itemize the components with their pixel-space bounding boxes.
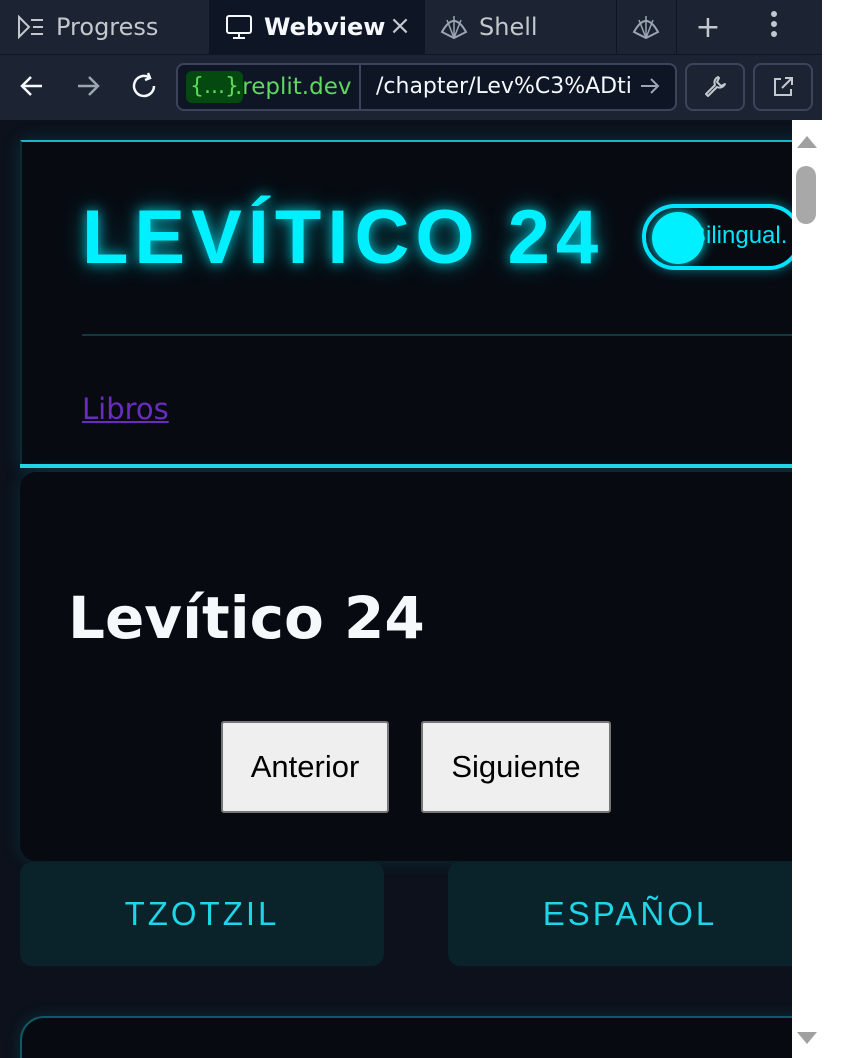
libros-link[interactable]: Libros	[82, 392, 169, 426]
back-button[interactable]	[15, 69, 49, 103]
tab-espanol[interactable]: ESPAÑOL	[448, 862, 792, 966]
tab-webview[interactable]: Webview ×	[210, 0, 425, 54]
devtools-button[interactable]	[685, 63, 745, 111]
kebab-icon	[770, 10, 778, 44]
external-link-icon	[774, 77, 793, 96]
webview-scrollbar[interactable]	[792, 120, 822, 1058]
site-header: LEVÍTICO 24 Bilingual. Libros	[20, 140, 792, 468]
tab-tzotzil[interactable]: TZOTZIL	[20, 862, 384, 966]
chapter-card: Levítico 24 Anterior Siguiente	[20, 472, 792, 861]
arrow-right-icon	[78, 76, 100, 96]
plus-icon: +	[695, 9, 721, 45]
header-bottom-rule	[20, 464, 792, 468]
address-bar: {...} .replit.dev /chapter/Lev%C3%ADti	[0, 54, 822, 120]
tab-shell-label: Shell	[479, 13, 538, 41]
tab-progress-label: Progress	[56, 13, 159, 41]
site-title: LEVÍTICO 24	[82, 195, 605, 280]
scroll-up-arrow-icon[interactable]	[797, 136, 817, 148]
tab-webview-label: Webview	[264, 13, 386, 41]
scroll-down-arrow-icon[interactable]	[797, 1032, 817, 1044]
header-divider	[82, 334, 792, 336]
forward-button[interactable]	[71, 69, 105, 103]
toggle-label: Bilingual.	[690, 222, 788, 249]
monitor-icon	[224, 12, 254, 42]
shell-icon	[439, 12, 469, 42]
webview-viewport: LEVÍTICO 24 Bilingual. Libros Levítico 2…	[0, 120, 792, 1058]
bilingual-toggle[interactable]: Bilingual.	[642, 204, 792, 270]
url-host: .replit.dev	[235, 74, 352, 100]
tab-shell-2[interactable]	[617, 0, 677, 54]
reload-icon	[132, 72, 156, 98]
new-tab-button[interactable]: +	[677, 0, 739, 54]
verse-card	[20, 1016, 792, 1058]
next-button[interactable]: Siguiente	[421, 721, 611, 813]
tab-progress[interactable]: Progress	[0, 0, 210, 54]
url-divider	[359, 65, 361, 109]
wrench-icon	[705, 76, 726, 97]
more-options-button[interactable]	[739, 0, 809, 54]
url-bar[interactable]: {...} .replit.dev /chapter/Lev%C3%ADti	[176, 63, 677, 111]
reload-button[interactable]	[127, 69, 161, 103]
window-edge	[822, 0, 845, 1058]
open-external-button[interactable]	[753, 63, 813, 111]
tab-shell[interactable]: Shell	[425, 0, 617, 54]
arrow-left-icon	[20, 76, 42, 96]
url-path-input[interactable]: /chapter/Lev%C3%ADti	[376, 71, 632, 103]
tab-bar: Progress Webview × Shell +	[0, 0, 822, 54]
shell-icon	[631, 12, 661, 42]
previous-button[interactable]: Anterior	[221, 721, 389, 813]
toggle-knob	[652, 212, 704, 264]
go-arrow-icon[interactable]	[639, 75, 663, 99]
chapter-title: Levítico 24	[68, 584, 425, 652]
close-icon[interactable]: ×	[388, 11, 412, 41]
scroll-thumb[interactable]	[796, 166, 816, 224]
progress-icon	[16, 12, 46, 42]
